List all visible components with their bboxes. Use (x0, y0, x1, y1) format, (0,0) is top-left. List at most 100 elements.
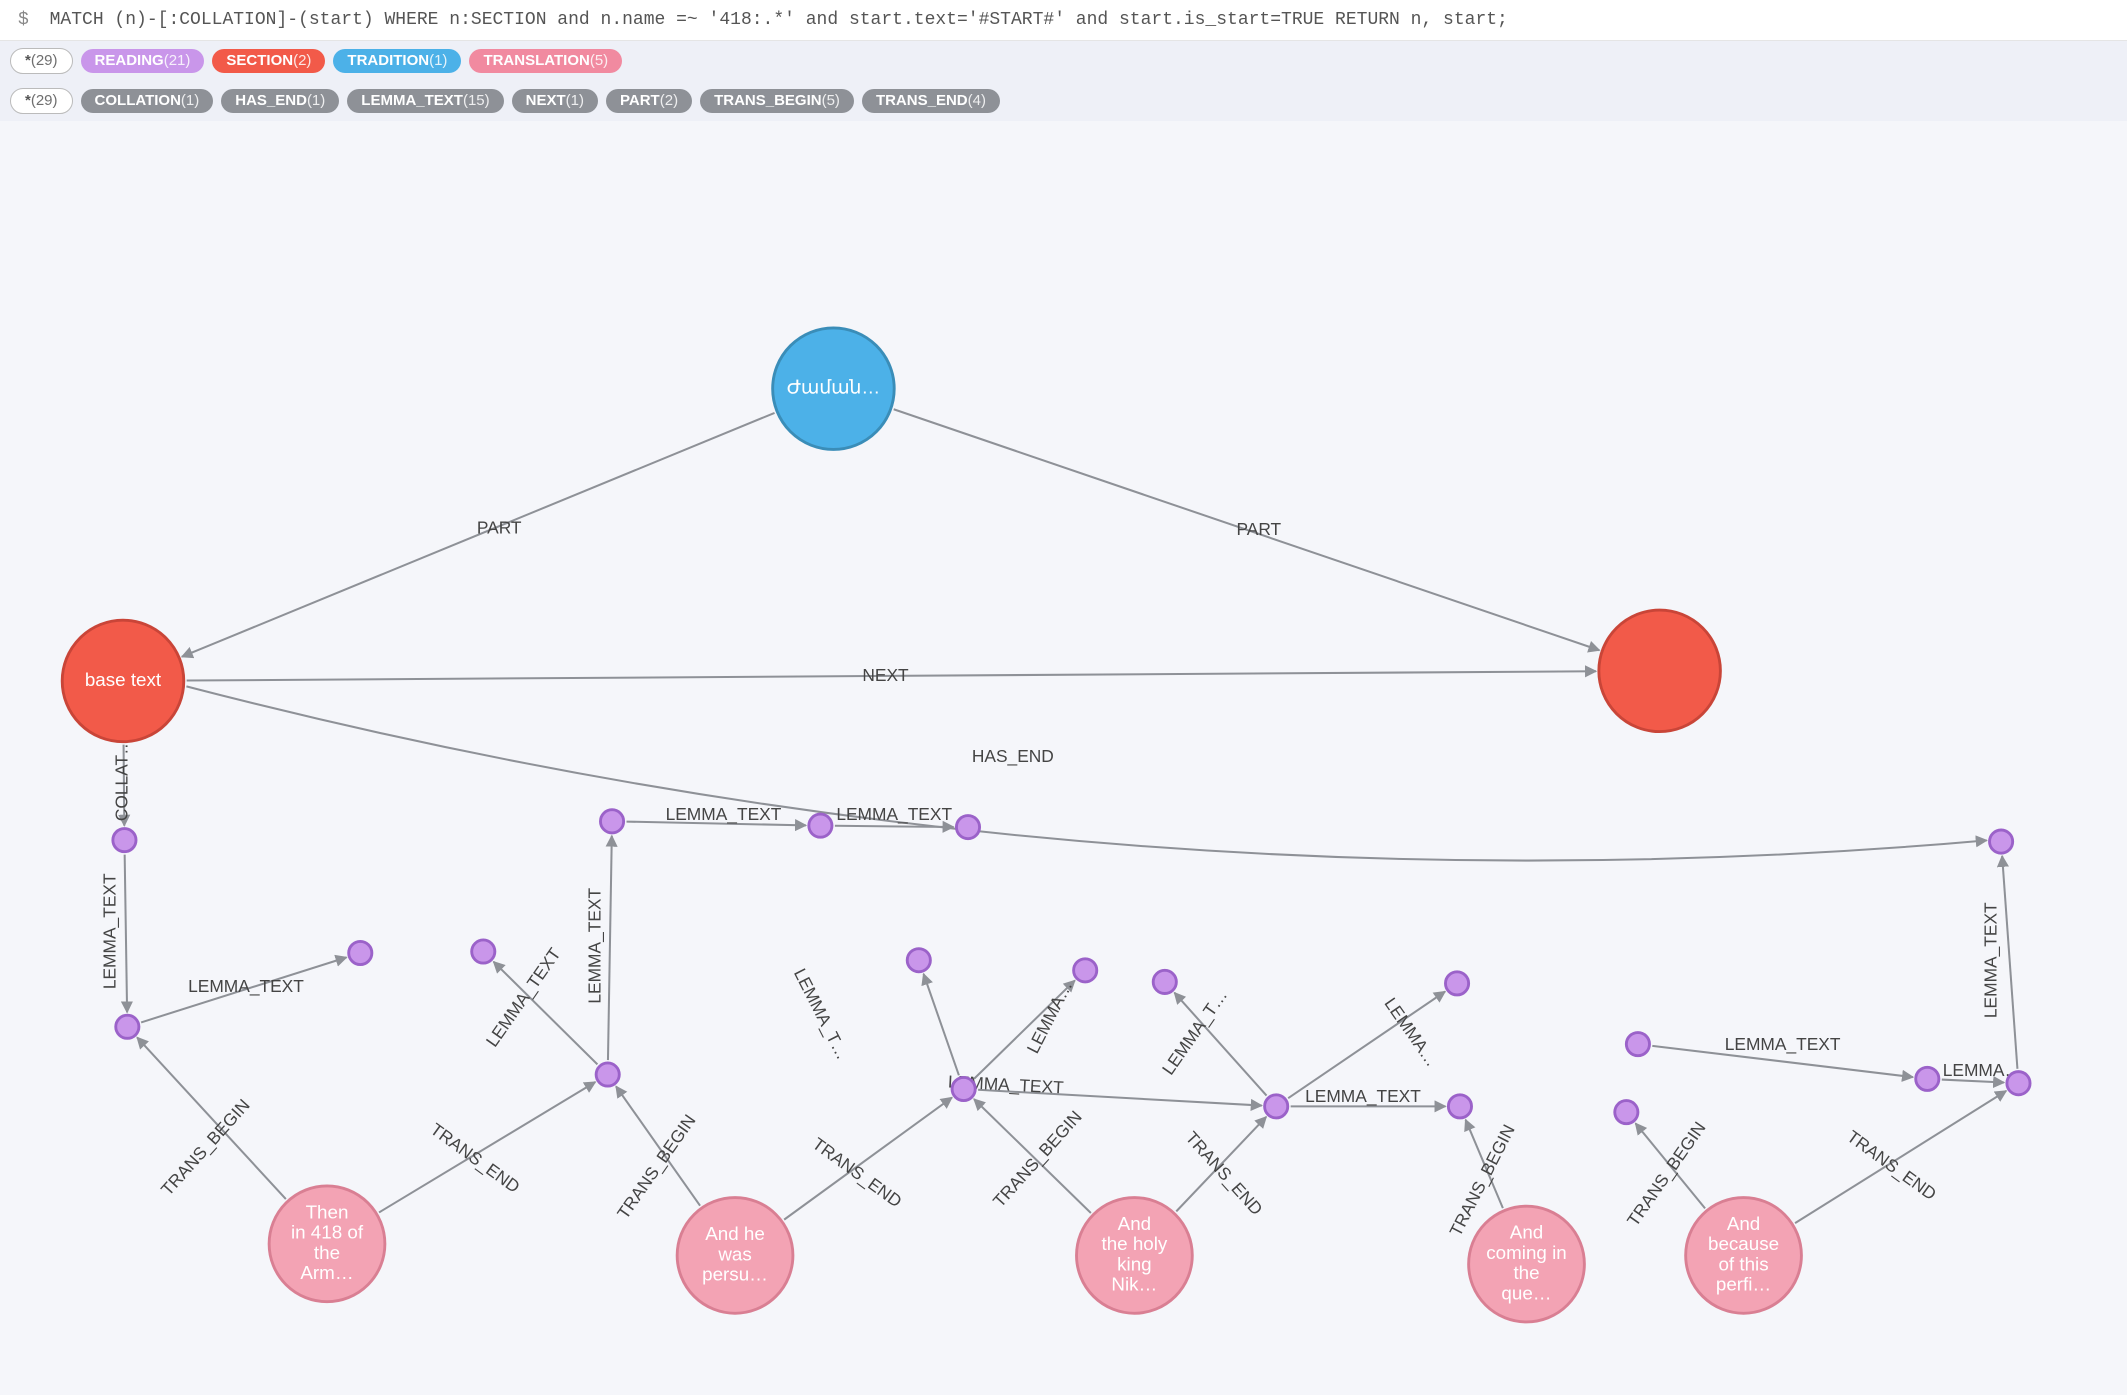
rel-filter-has_end[interactable]: HAS_END(1) (221, 89, 339, 113)
graph-edge-transbegin[interactable] (137, 1037, 286, 1199)
rel-filter-lemma_text[interactable]: LEMMA_TEXT(15) (347, 89, 503, 113)
rel-filter-next[interactable]: NEXT(1) (512, 89, 598, 113)
graph-node-label: Then (306, 1201, 349, 1222)
graph-node-tradition[interactable]: Ժաման… (773, 328, 895, 450)
graph-edge-label: LEMMA_TEXT (188, 976, 304, 996)
graph-edge-label: TRANS_BEGIN (989, 1107, 1086, 1211)
graph-edge-label: LEMMA_TEXT (584, 887, 604, 1003)
graph-edge-transend[interactable] (784, 1098, 952, 1220)
graph-edge-hasend[interactable] (186, 686, 1986, 860)
node-filter-section[interactable]: SECTION(2) (212, 49, 325, 73)
graph-node-label: the (314, 1242, 340, 1263)
graph-node-t3[interactable]: Andthe holykingNik… (1077, 1198, 1193, 1314)
rel-filter-trans_end[interactable]: TRANS_END(4) (862, 89, 1000, 113)
graph-edge-lemmatext[interactable] (125, 855, 127, 1013)
rel-filter-trans_begin[interactable]: TRANS_BEGIN(5) (700, 89, 854, 113)
graph-node-label: Nik… (1111, 1274, 1157, 1295)
graph-node-t1[interactable]: Thenin 418 oftheArm… (269, 1186, 385, 1302)
graph-edge-lemma[interactable] (1942, 1080, 2004, 1083)
graph-reading-node[interactable] (809, 814, 832, 837)
graph-edge-label: TRANS_END (809, 1133, 906, 1211)
graph-edge-label: HAS_END (972, 746, 1054, 766)
graph-reading-node[interactable] (907, 949, 930, 972)
graph-edge-label: LEMMA… (1380, 994, 1442, 1070)
graph-node-t2[interactable]: And hewaspersu… (677, 1198, 793, 1314)
graph-node-section-left[interactable]: base text (62, 620, 184, 742)
graph-reading-node[interactable] (1074, 959, 1097, 982)
query-prompt: $ (18, 10, 29, 30)
graph-node-label: perfi… (1716, 1274, 1771, 1295)
node-label-filter-row: *(29) READING(21) SECTION(2) TRADITION(1) TR… (0, 41, 2127, 81)
graph-node-t4[interactable]: Andcoming intheque… (1469, 1206, 1585, 1322)
graph-node-label: And (1118, 1213, 1151, 1234)
pill-count: (4) (968, 92, 986, 109)
graph-node-label: king (1117, 1253, 1151, 1274)
graph-edge-label: LEMMA_TEXT (1725, 1034, 1841, 1054)
pill-count: (29) (31, 52, 58, 69)
graph-edge-label: PART (1236, 519, 1281, 539)
node-filter-translation[interactable]: TRANSLATION(5) (469, 49, 622, 73)
pill-count: (5) (590, 52, 608, 69)
graph-reading-node[interactable] (1990, 830, 2013, 853)
graph-edge-label: TRANS_END (427, 1119, 524, 1197)
graph-canvas[interactable]: PARTPARTNEXTHAS_ENDCOLLAT…LEMMA_TEXTLEMM… (0, 121, 2127, 1021)
graph-edge-lemmatext[interactable] (835, 826, 954, 827)
graph-edge-label: LEMMA_TEXT (836, 804, 952, 824)
graph-reading-node[interactable] (2007, 1072, 2030, 1095)
graph-edge-lemmatext[interactable] (608, 836, 612, 1060)
graph-reading-node[interactable] (349, 941, 372, 964)
graph-edge-label: TRANS_END (1843, 1126, 1940, 1204)
graph-node-label: And (1727, 1213, 1760, 1234)
rel-filter-collation[interactable]: COLLATION(1) (81, 89, 214, 113)
graph-reading-node[interactable] (1445, 972, 1468, 995)
graph-node-t5[interactable]: Andbecauseof thisperfi… (1686, 1198, 1802, 1314)
node-filter-tradition[interactable]: TRADITION(1) (333, 49, 461, 73)
pill-count: (1) (181, 92, 199, 109)
graph-edge-label: LEMMA_T… (1158, 986, 1231, 1079)
rel-filter-all[interactable]: *(29) (10, 88, 73, 114)
graph-node-label: And (1510, 1222, 1543, 1243)
graph-node-label: because (1708, 1233, 1779, 1254)
graph-reading-node[interactable] (1916, 1067, 1939, 1090)
graph-svg[interactable]: PARTPARTNEXTHAS_ENDCOLLAT…LEMMA_TEXTLEMM… (0, 121, 2127, 1394)
graph-reading-node[interactable] (596, 1063, 619, 1086)
graph-reading-node[interactable] (1448, 1095, 1471, 1118)
query-text: MATCH (n)-[:COLLATION]-(start) WHERE n:S… (50, 10, 1508, 30)
relationship-filter-row: *(29)COLLATION(1)HAS_END(1)LEMMA_TEXT(15… (0, 81, 2127, 121)
graph-reading-node[interactable] (952, 1077, 975, 1100)
graph-reading-node[interactable] (1265, 1095, 1288, 1118)
pill-label: SECTION (226, 52, 293, 69)
graph-node-label: que… (1501, 1282, 1551, 1303)
query-bar[interactable]: $ MATCH (n)-[:COLLATION]-(start) WHERE n… (0, 0, 2127, 41)
graph-reading-node[interactable] (113, 829, 136, 852)
graph-edge-label: COLLAT… (111, 738, 131, 822)
graph-reading-node[interactable] (1626, 1033, 1649, 1056)
graph-edge-lemmatext[interactable] (2002, 856, 2017, 1069)
graph-reading-node[interactable] (472, 940, 495, 963)
graph-edge-transend[interactable] (379, 1082, 595, 1212)
pill-label: NEXT (526, 92, 566, 109)
graph-node-label: And he (705, 1223, 765, 1244)
pill-label: LEMMA_TEXT (361, 92, 463, 109)
pill-count: (1) (307, 92, 325, 109)
graph-edge-label: PART (477, 517, 522, 537)
pill-count: (21) (164, 52, 191, 69)
graph-edge-lemmat[interactable] (924, 974, 959, 1075)
graph-reading-node[interactable] (1615, 1101, 1638, 1124)
rel-filter-part[interactable]: PART(2) (606, 89, 692, 113)
graph-node-label: was (717, 1243, 751, 1264)
graph-reading-node[interactable] (116, 1015, 139, 1038)
graph-reading-node[interactable] (600, 810, 623, 833)
graph-edge-label: LEMMA_TEXT (100, 873, 120, 989)
pill-label: TRANS_END (876, 92, 968, 109)
graph-reading-node[interactable] (956, 816, 979, 839)
graph-reading-node[interactable] (1153, 970, 1176, 993)
pill-label: COLLATION (95, 92, 181, 109)
graph-edge-label: TRANS_BEGIN (1623, 1118, 1710, 1230)
node-filter-all[interactable]: *(29) (10, 48, 73, 74)
node-filter-reading[interactable]: READING(21) (81, 49, 205, 73)
graph-edge-transend[interactable] (1795, 1091, 2006, 1223)
graph-node-label: the holy (1101, 1233, 1167, 1254)
graph-node-section-right[interactable] (1599, 610, 1721, 732)
graph-node-label: coming in (1486, 1242, 1566, 1263)
